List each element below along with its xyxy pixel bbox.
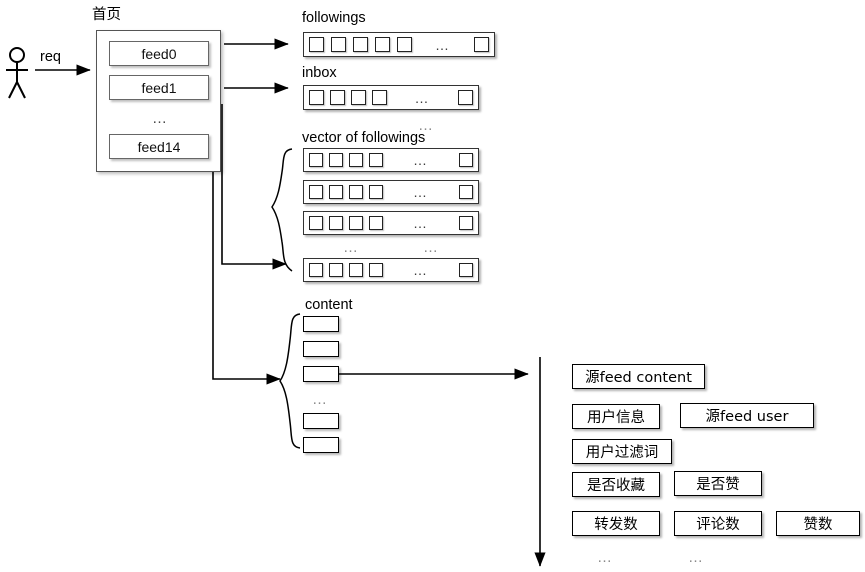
homepage-title: 首页: [92, 7, 121, 23]
vector-cell: [349, 263, 363, 277]
detail-footer-ellipsis-1: …: [597, 549, 614, 566]
vector-row: …: [303, 180, 479, 204]
content-brace: [279, 313, 301, 449]
detail-tag-label: 赞数: [803, 517, 833, 533]
user-actor-figure: [6, 47, 28, 99]
vector-cell: [329, 216, 343, 230]
vector-gap-ellipsis-left: …: [343, 239, 360, 256]
vector-cell: [309, 216, 323, 230]
vector-row-ellipsis: …: [413, 215, 429, 231]
vector-cell: [369, 216, 383, 230]
detail-tag-label: 是否收藏: [587, 478, 645, 494]
detail-tag-label: 用户信息: [587, 410, 645, 426]
arrow-to-content: [212, 104, 281, 385]
detail-tag-user-info: 用户信息: [572, 404, 660, 429]
followings-cell: [353, 37, 368, 52]
vector-row-ellipsis: …: [413, 152, 429, 168]
followings-cell: [309, 37, 324, 52]
vector-row-ellipsis: …: [413, 184, 429, 200]
detail-tag-user-filter-words: 用户过滤词: [572, 439, 672, 464]
vector-cell: [369, 185, 383, 199]
homepage-ellipsis: …: [152, 110, 169, 127]
diagram-canvas: 首页 feed0 feed1 … feed14 followings … inb…: [0, 0, 865, 572]
content-item: [303, 437, 339, 453]
vector-cell-tail: [459, 185, 473, 199]
followings-cell: [375, 37, 390, 52]
content-item: [303, 413, 339, 429]
detail-tag-label: 评论数: [696, 517, 740, 533]
content-title: content: [305, 297, 353, 313]
detail-tag-comment-count: 评论数: [674, 511, 762, 536]
inbox-cell: [309, 90, 324, 105]
feed-item-0-label: feed0: [141, 45, 177, 62]
followings-strip-ellipsis: …: [435, 36, 451, 53]
req-label: req: [40, 49, 61, 65]
vector-cell: [329, 153, 343, 167]
vector-gap-ellipsis-right: …: [423, 239, 440, 256]
feed-item-0[interactable]: feed0: [109, 41, 209, 66]
vector-row: …: [303, 258, 479, 282]
followings-cell-tail: [474, 37, 489, 52]
detail-tag-source-feed-user: 源feed user: [680, 403, 814, 428]
inbox-cell: [330, 90, 345, 105]
arrow-to-vector-of-followings: [221, 104, 287, 270]
inbox-strip: …: [303, 85, 479, 110]
feed-item-14[interactable]: feed14: [109, 134, 209, 159]
vector-cell: [309, 185, 323, 199]
detail-tag-label: 转发数: [594, 517, 638, 533]
vector-cell-tail: [459, 263, 473, 277]
detail-tag-is-liked: 是否赞: [674, 471, 762, 496]
detail-footer-ellipsis-2: …: [688, 549, 705, 566]
feed-item-1[interactable]: feed1: [109, 75, 209, 100]
vector-of-followings-brace: [271, 148, 293, 272]
vector-cell-tail: [459, 216, 473, 230]
detail-tag-is-favorited: 是否收藏: [572, 472, 660, 497]
feed-item-1-label: feed1: [141, 79, 177, 96]
vector-cell: [349, 153, 363, 167]
feed-item-14-label: feed14: [137, 138, 181, 155]
content-item: [303, 316, 339, 332]
vector-cell: [369, 153, 383, 167]
inbox-cell: [372, 90, 387, 105]
followings-cell: [397, 37, 412, 52]
followings-title: followings: [302, 10, 366, 26]
inbox-cell-tail: [458, 90, 473, 105]
vector-cell: [349, 185, 363, 199]
followings-cell: [331, 37, 346, 52]
detail-tag-label: 源feed content: [585, 370, 692, 386]
vector-cell: [309, 263, 323, 277]
vector-of-followings-title: vector of followings: [302, 130, 426, 146]
vector-cell: [329, 185, 343, 199]
content-item: [303, 341, 339, 357]
detail-tag-source-feed-content: 源feed content: [572, 364, 705, 389]
vector-row-ellipsis: …: [413, 262, 429, 278]
vector-cell: [349, 216, 363, 230]
vector-cell: [329, 263, 343, 277]
vector-cell-tail: [459, 153, 473, 167]
content-ellipsis: …: [312, 391, 329, 408]
detail-tag-like-count: 赞数: [776, 511, 860, 536]
inbox-cell: [351, 90, 366, 105]
inbox-title: inbox: [302, 65, 337, 81]
detail-tag-label: 源feed user: [705, 409, 789, 425]
detail-tag-repost-count: 转发数: [572, 511, 660, 536]
inbox-strip-ellipsis: …: [414, 89, 431, 106]
followings-strip: …: [303, 32, 495, 57]
vector-cell: [369, 263, 383, 277]
content-item: [303, 366, 339, 382]
detail-tag-label: 是否赞: [696, 477, 740, 493]
vector-row: …: [303, 148, 479, 172]
detail-tag-label: 用户过滤词: [585, 445, 659, 461]
vector-row: …: [303, 211, 479, 235]
vector-cell: [309, 153, 323, 167]
homepage-box: feed0 feed1 … feed14: [96, 30, 221, 172]
